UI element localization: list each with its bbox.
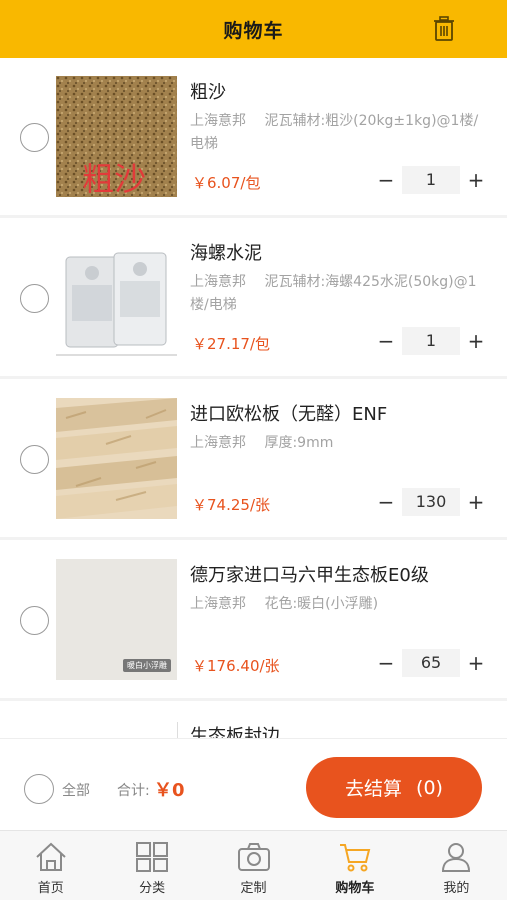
item-checkbox[interactable] (20, 284, 49, 313)
product-image-edge (177, 722, 178, 738)
checkout-count: (0) (416, 776, 443, 799)
tab-home[interactable]: 首页 (0, 831, 101, 900)
quantity-input[interactable]: 1 (402, 327, 460, 355)
decrease-button[interactable]: − (372, 648, 400, 678)
quantity-stepper: − 1 + (372, 326, 490, 356)
decrease-button[interactable]: − (372, 165, 400, 195)
checkout-bar: 全部 合计: ￥0 去结算 (0) (0, 738, 507, 830)
tab-profile[interactable]: 我的 (406, 831, 507, 900)
cart-item: 进口欧松板（无醛）ENF 上海意邦 厚度:9mm ￥74.25/张 − 130 … (0, 380, 507, 540)
home-icon (36, 842, 66, 871)
increase-button[interactable]: + (462, 487, 490, 517)
cement-bags-picture (56, 252, 177, 356)
product-price: ￥176.40/张 (192, 657, 280, 675)
osb-board-picture (56, 398, 177, 519)
bottom-tab-bar: 首页 分类 定制 购物车 我的 (0, 830, 507, 900)
quantity-input[interactable]: 130 (402, 488, 460, 516)
product-spec: 上海意邦 泥瓦辅材:海螺425水泥(50kg)@1楼/电梯 (190, 274, 477, 313)
checkout-button[interactable]: 去结算 (0) (306, 757, 482, 818)
page-title: 购物车 (223, 19, 284, 42)
tab-label: 购物车 (335, 881, 375, 896)
cart-item: 海螺水泥 上海意邦 泥瓦辅材:海螺425水泥(50kg)@1楼/电梯 ￥27.1… (0, 219, 507, 379)
tab-label: 首页 (37, 881, 64, 896)
select-all-checkbox[interactable] (24, 774, 54, 804)
camera-icon (237, 843, 270, 871)
image-tag: 暖白小浮雕 (123, 659, 171, 672)
quantity-stepper: − 1 + (372, 165, 490, 195)
product-name[interactable]: 进口欧松板（无醛）ENF (190, 400, 387, 426)
cart-item: 生态板封边 (0, 702, 507, 738)
product-spec: 上海意邦 厚度:9mm (190, 435, 334, 451)
product-image[interactable]: 粗沙 (56, 76, 177, 197)
product-price: ￥6.07/包 (192, 174, 261, 192)
total-amount: ￥0 (154, 780, 185, 801)
checkout-label: 去结算 (345, 778, 403, 800)
product-image[interactable] (56, 398, 177, 519)
product-image[interactable]: 暖白小浮雕 (56, 559, 177, 680)
category-icon (136, 842, 169, 872)
tab-cart[interactable]: 购物车 (304, 831, 405, 900)
cart-list[interactable]: 粗沙 粗沙 上海意邦 泥瓦辅材:粗沙(20kg±1kg)@1楼/电梯 ￥6.07… (0, 58, 507, 738)
top-bar: 购物车 (0, 0, 507, 58)
tab-custom[interactable]: 定制 (203, 831, 304, 900)
product-price: ￥74.25/张 (192, 496, 270, 514)
tab-label: 定制 (240, 881, 267, 896)
item-checkbox[interactable] (20, 445, 49, 474)
item-checkbox[interactable] (20, 123, 49, 152)
product-spec: 上海意邦 花色:暖白(小浮雕) (190, 596, 379, 612)
quantity-input[interactable]: 1 (402, 166, 460, 194)
increase-button[interactable]: + (462, 648, 490, 678)
cart-item: 暖白小浮雕 德万家进口马六甲生态板E0级 上海意邦 花色:暖白(小浮雕) ￥17… (0, 541, 507, 701)
decrease-button[interactable]: − (372, 487, 400, 517)
tab-label: 分类 (139, 881, 166, 896)
trash-icon[interactable] (433, 16, 455, 42)
image-label: 粗沙 (82, 160, 147, 197)
increase-button[interactable]: + (462, 165, 490, 195)
product-image[interactable] (56, 237, 177, 358)
decrease-button[interactable]: − (372, 326, 400, 356)
total-label: 合计: (117, 783, 150, 799)
item-checkbox[interactable] (20, 606, 49, 635)
product-spec: 上海意邦 泥瓦辅材:粗沙(20kg±1kg)@1楼/电梯 (190, 113, 479, 152)
quantity-stepper: − 65 + (372, 648, 490, 678)
user-icon (442, 843, 471, 872)
tab-label: 我的 (443, 881, 470, 896)
product-name[interactable]: 海螺水泥 (190, 239, 262, 265)
product-name[interactable]: 生态板封边 (190, 722, 280, 738)
select-all-label[interactable]: 全部 (62, 780, 90, 800)
quantity-stepper: − 130 + (372, 487, 490, 517)
increase-button[interactable]: + (462, 326, 490, 356)
quantity-input[interactable]: 65 (402, 649, 460, 677)
cart-icon (339, 844, 371, 872)
product-price: ￥27.17/包 (192, 335, 270, 353)
cart-item: 粗沙 粗沙 上海意邦 泥瓦辅材:粗沙(20kg±1kg)@1楼/电梯 ￥6.07… (0, 58, 507, 218)
product-name[interactable]: 粗沙 (190, 78, 226, 104)
tab-category[interactable]: 分类 (101, 831, 202, 900)
product-name[interactable]: 德万家进口马六甲生态板E0级 (190, 561, 429, 587)
